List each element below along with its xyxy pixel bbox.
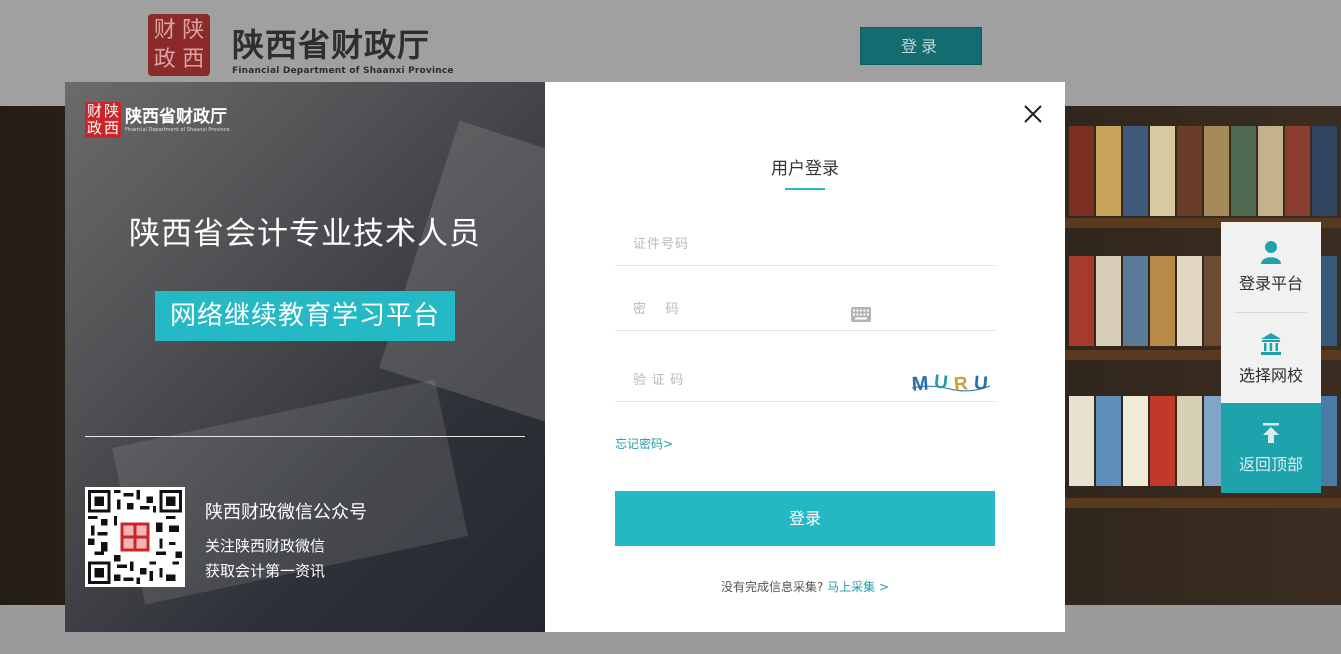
id-number-input[interactable]: [615, 222, 995, 265]
back-to-top-icon: [1263, 423, 1279, 443]
platform-subtitle-badge: 网络继续教育学习平台: [155, 291, 455, 341]
modal-logo: 财 陕 政 西 陕西省财政厅 Financial Department of S…: [85, 102, 230, 138]
password-field: [615, 287, 995, 331]
modal-brand: 陕西省财政厅 Financial Department of Shaanxi P…: [125, 107, 230, 134]
institution-icon: [1261, 333, 1281, 355]
header-brand: 陕西省财政厅 Financial Department of Shaanxi P…: [232, 20, 454, 76]
modal-brand-name: 陕西省财政厅: [125, 106, 227, 127]
login-title: 用户登录: [771, 159, 839, 179]
forgot-password-link[interactable]: 忘记密码>: [615, 435, 673, 452]
svg-text:R: R: [953, 373, 969, 395]
info-collection-link[interactable]: 马上采集 >: [827, 580, 889, 594]
sidebar-item-select-school[interactable]: 选择网校: [1221, 314, 1321, 404]
sidebar-item-label: 选择网校: [1238, 366, 1303, 385]
login-button[interactable]: 登录: [615, 491, 995, 546]
header-seal-logo: 财 陕 政 西: [148, 14, 210, 76]
shelf-board: [1065, 498, 1341, 508]
modal-brand-english: Financial Department of Shaanxi Province: [125, 126, 230, 133]
platform-title: 陕西省会计专业技术人员: [129, 216, 481, 252]
password-input[interactable]: [615, 287, 995, 330]
login-modal: 财 陕 政 西 陕西省财政厅 Financial Department of S…: [65, 82, 1065, 632]
modal-promo-panel: 财 陕 政 西 陕西省财政厅 Financial Department of S…: [65, 82, 545, 632]
bookshelf-row: [1065, 126, 1341, 216]
captcha-field: M U R U: [615, 358, 995, 402]
qr-code-icon: [88, 490, 182, 584]
book-image-highlight: [379, 120, 545, 424]
keyboard-icon[interactable]: [851, 307, 871, 322]
id-number-field: [615, 222, 995, 266]
header-brand-english: Financial Department of Shaanxi Province: [232, 66, 454, 76]
seal-logo: 财 陕 政 西: [85, 102, 121, 138]
wechat-qr-code: [85, 487, 185, 587]
wechat-account-title: 陕西财政微信公众号: [205, 502, 367, 523]
svg-text:U: U: [973, 373, 989, 395]
sidebar-item-back-to-top[interactable]: 返回顶部: [1221, 403, 1321, 493]
user-icon: [1261, 241, 1281, 264]
sidebar-item-label: 返回顶部: [1238, 455, 1303, 474]
login-form-panel: 用户登录 M U R U: [545, 82, 1065, 632]
wechat-desc-line2: 获取会计第一资讯: [205, 562, 326, 580]
header-brand-name: 陕西省财政厅: [232, 26, 431, 64]
info-collection-prompt: 没有完成信息采集? 马上采集 >: [545, 578, 1065, 595]
wechat-desc-line1: 关注陕西财政微信: [205, 537, 326, 555]
info-collection-text: 没有完成信息采集?: [720, 580, 824, 594]
captcha-image[interactable]: M U R U: [910, 368, 992, 396]
sidebar-item-label: 登录平台: [1238, 274, 1303, 293]
header-login-button[interactable]: 登录: [860, 27, 982, 65]
floating-sidebar: 登录平台 选择网校 返回顶部: [1221, 222, 1321, 493]
sidebar-divider: [1235, 312, 1307, 313]
svg-text:U: U: [933, 371, 949, 393]
login-title-underline: [785, 188, 825, 190]
close-icon[interactable]: [1021, 102, 1045, 126]
divider: [85, 436, 525, 437]
svg-text:M: M: [911, 373, 929, 396]
sidebar-item-login-platform[interactable]: 登录平台: [1221, 222, 1321, 312]
